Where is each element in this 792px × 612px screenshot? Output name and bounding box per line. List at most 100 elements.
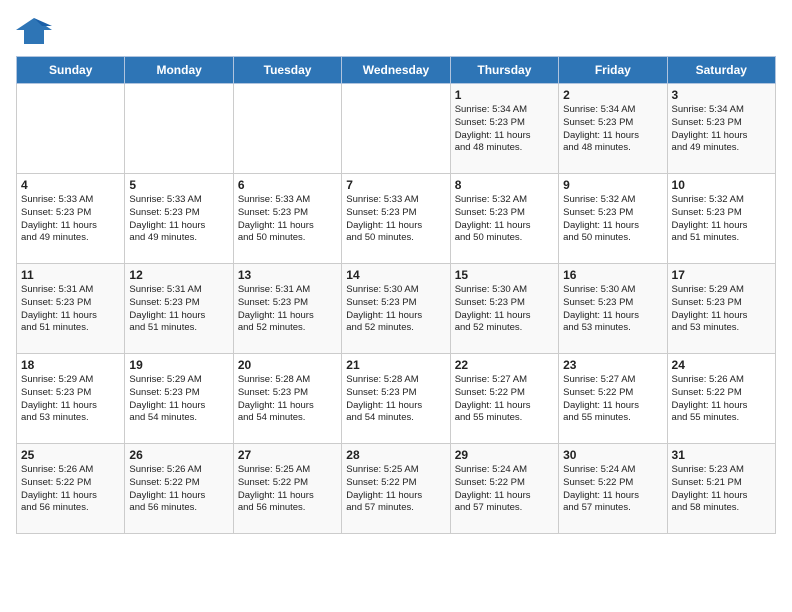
calendar-cell: 21 Sunrise: 5:28 AM Sunset: 5:23 PM Dayli… [342,354,450,444]
day-number: 25 [21,448,120,462]
calendar-cell: 30Sunrise: 5:24 AM Sunset: 5:22 PM Dayli… [559,444,667,534]
calendar-cell: 2 Sunrise: 5:34 AM Sunset: 5:23 PM Daylig… [559,84,667,174]
day-info: Sunrise: 5:34 AM Sunset: 5:23 PM Dayligh… [563,104,662,155]
day-header: Monday [125,57,233,84]
day-number: 20 [238,358,337,372]
day-info: Sunrise: 5:26 AM Sunset: 5:22 PM Dayligh… [129,464,228,515]
calendar-cell: 3Sunrise: 5:34 AM Sunset: 5:23 PM Daylig… [667,84,775,174]
day-number: 5 [129,178,228,192]
calendar-cell: 22 Sunrise: 5:27 AM Sunset: 5:22 PM Dayli… [450,354,558,444]
day-number: 9 [563,178,662,192]
calendar-week-row: 25 Sunrise: 5:26 AM Sunset: 5:22 PM Dayli… [17,444,776,534]
calendar-cell: 14 Sunrise: 5:30 AM Sunset: 5:23 PM Dayli… [342,264,450,354]
day-info: Sunrise: 5:32 AM Sunset: 5:23 PM Dayligh… [455,194,554,245]
calendar-week-row: 18 Sunrise: 5:29 AM Sunset: 5:23 PM Dayli… [17,354,776,444]
day-info: Sunrise: 5:27 AM Sunset: 5:22 PM Dayligh… [455,374,554,425]
day-info: Sunrise: 5:29 AM Sunset: 5:23 PM Dayligh… [129,374,228,425]
calendar-cell: 25Sunrise: 5:26 AM Sunset: 5:22 PM Dayli… [17,444,125,534]
calendar-week-row: 1 Sunrise: 5:34 AM Sunset: 5:23 PM Daylig… [17,84,776,174]
day-info: Sunrise: 5:32 AM Sunset: 5:23 PM Dayligh… [672,194,771,245]
calendar-cell: 7Sunrise: 5:33 AM Sunset: 5:23 PM Daylig… [342,174,450,264]
calendar-cell: 18 Sunrise: 5:29 AM Sunset: 5:23 PM Dayli… [17,354,125,444]
day-info: Sunrise: 5:31 AM Sunset: 5:23 PM Dayligh… [21,284,120,335]
calendar-cell: 11 Sunrise: 5:31 AM Sunset: 5:23 PM Dayli… [17,264,125,354]
calendar-table: SundayMondayTuesdayWednesdayThursdayFrid… [16,56,776,534]
calendar-cell: 20Sunrise: 5:28 AM Sunset: 5:23 PM Dayli… [233,354,341,444]
day-info: Sunrise: 5:33 AM Sunset: 5:23 PM Dayligh… [129,194,228,245]
header [16,16,776,46]
day-info: Sunrise: 5:32 AM Sunset: 5:23 PM Dayligh… [563,194,662,245]
day-number: 12 [129,268,228,282]
calendar-cell: 17 Sunrise: 5:29 AM Sunset: 5:23 PM Dayli… [667,264,775,354]
day-number: 31 [672,448,771,462]
day-number: 28 [346,448,445,462]
calendar-cell: 12 Sunrise: 5:31 AM Sunset: 5:23 PM Dayli… [125,264,233,354]
day-info: Sunrise: 5:26 AM Sunset: 5:22 PM Dayligh… [672,374,771,425]
day-number: 18 [21,358,120,372]
calendar-cell: 5 Sunrise: 5:33 AM Sunset: 5:23 PM Daylig… [125,174,233,264]
day-number: 2 [563,88,662,102]
day-number: 29 [455,448,554,462]
calendar-cell: 10 Sunrise: 5:32 AM Sunset: 5:23 PM Dayli… [667,174,775,264]
day-number: 26 [129,448,228,462]
day-header: Wednesday [342,57,450,84]
day-info: Sunrise: 5:34 AM Sunset: 5:23 PM Dayligh… [455,104,554,155]
logo [16,16,56,46]
day-number: 15 [455,268,554,282]
day-info: Sunrise: 5:23 AM Sunset: 5:21 PM Dayligh… [672,464,771,515]
day-info: Sunrise: 5:27 AM Sunset: 5:22 PM Dayligh… [563,374,662,425]
calendar-cell: 9 Sunrise: 5:32 AM Sunset: 5:23 PM Daylig… [559,174,667,264]
day-number: 24 [672,358,771,372]
day-info: Sunrise: 5:30 AM Sunset: 5:23 PM Dayligh… [346,284,445,335]
day-number: 22 [455,358,554,372]
day-info: Sunrise: 5:30 AM Sunset: 5:23 PM Dayligh… [563,284,662,335]
day-number: 11 [21,268,120,282]
day-info: Sunrise: 5:31 AM Sunset: 5:23 PM Dayligh… [238,284,337,335]
calendar-header-row: SundayMondayTuesdayWednesdayThursdayFrid… [17,57,776,84]
calendar-cell [17,84,125,174]
day-info: Sunrise: 5:33 AM Sunset: 5:23 PM Dayligh… [346,194,445,245]
calendar-cell: 26 Sunrise: 5:26 AM Sunset: 5:22 PM Dayli… [125,444,233,534]
day-header: Sunday [17,57,125,84]
day-header: Tuesday [233,57,341,84]
day-number: 3 [672,88,771,102]
calendar-cell: 31 Sunrise: 5:23 AM Sunset: 5:21 PM Dayli… [667,444,775,534]
day-info: Sunrise: 5:29 AM Sunset: 5:23 PM Dayligh… [21,374,120,425]
day-info: Sunrise: 5:25 AM Sunset: 5:22 PM Dayligh… [238,464,337,515]
day-header: Saturday [667,57,775,84]
day-info: Sunrise: 5:33 AM Sunset: 5:23 PM Dayligh… [238,194,337,245]
day-number: 23 [563,358,662,372]
day-info: Sunrise: 5:29 AM Sunset: 5:23 PM Dayligh… [672,284,771,335]
day-info: Sunrise: 5:31 AM Sunset: 5:23 PM Dayligh… [129,284,228,335]
day-header: Thursday [450,57,558,84]
calendar-cell [342,84,450,174]
calendar-cell: 4Sunrise: 5:33 AM Sunset: 5:23 PM Daylig… [17,174,125,264]
day-number: 27 [238,448,337,462]
day-number: 14 [346,268,445,282]
day-header: Friday [559,57,667,84]
day-info: Sunrise: 5:25 AM Sunset: 5:22 PM Dayligh… [346,464,445,515]
day-number: 21 [346,358,445,372]
day-info: Sunrise: 5:30 AM Sunset: 5:23 PM Dayligh… [455,284,554,335]
day-info: Sunrise: 5:28 AM Sunset: 5:23 PM Dayligh… [346,374,445,425]
calendar-cell: 19 Sunrise: 5:29 AM Sunset: 5:23 PM Dayli… [125,354,233,444]
calendar-cell [233,84,341,174]
calendar-cell: 1 Sunrise: 5:34 AM Sunset: 5:23 PM Daylig… [450,84,558,174]
day-number: 10 [672,178,771,192]
day-number: 6 [238,178,337,192]
day-info: Sunrise: 5:24 AM Sunset: 5:22 PM Dayligh… [563,464,662,515]
calendar-cell: 24 Sunrise: 5:26 AM Sunset: 5:22 PM Dayli… [667,354,775,444]
day-number: 1 [455,88,554,102]
day-number: 8 [455,178,554,192]
day-number: 16 [563,268,662,282]
day-number: 4 [21,178,120,192]
day-number: 17 [672,268,771,282]
calendar-week-row: 4 Sunrise: 5:33 AM Sunset: 5:23 PM Daylig… [17,174,776,264]
calendar-cell: 13Sunrise: 5:31 AM Sunset: 5:23 PM Dayli… [233,264,341,354]
calendar-cell: 29 Sunrise: 5:24 AM Sunset: 5:22 PM Dayli… [450,444,558,534]
day-info: Sunrise: 5:24 AM Sunset: 5:22 PM Dayligh… [455,464,554,515]
calendar-cell [125,84,233,174]
calendar-week-row: 11 Sunrise: 5:31 AM Sunset: 5:23 PM Dayli… [17,264,776,354]
calendar-cell: 23 Sunrise: 5:27 AM Sunset: 5:22 PM Dayli… [559,354,667,444]
day-number: 19 [129,358,228,372]
